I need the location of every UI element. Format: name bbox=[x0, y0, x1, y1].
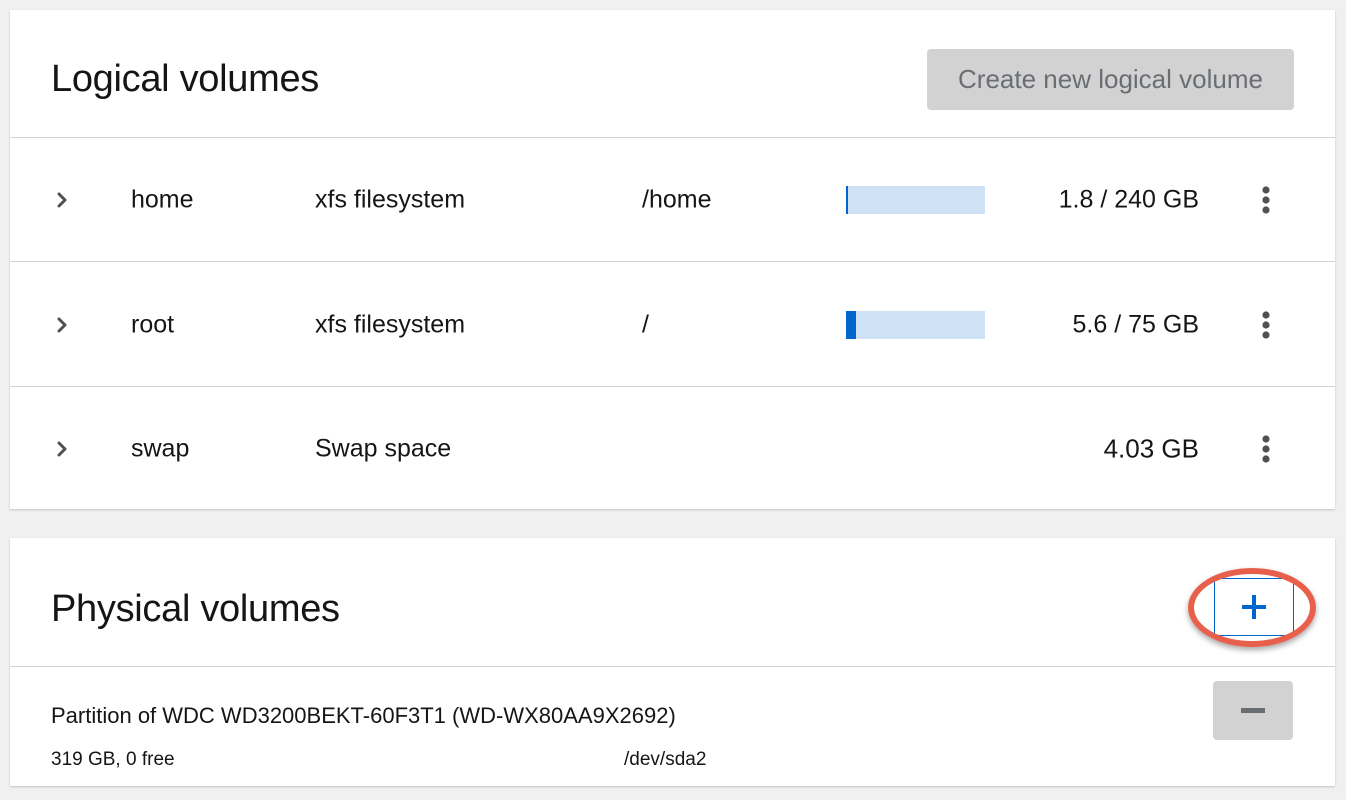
physical-volume-row: Partition of WDC WD3200BEKT-60F3T1 (WD-W… bbox=[10, 668, 1335, 786]
lv-type: xfs filesystem bbox=[315, 185, 466, 213]
chevron-right-icon[interactable] bbox=[54, 437, 70, 461]
kebab-menu-icon[interactable] bbox=[1256, 432, 1276, 466]
lv-size: 4.03 GB bbox=[1103, 433, 1199, 463]
usage-bar-fill bbox=[846, 185, 848, 214]
lv-name: root bbox=[131, 310, 175, 338]
chevron-right-icon[interactable] bbox=[54, 313, 70, 337]
lv-mount-point: / bbox=[642, 310, 649, 338]
physical-volumes-card: Physical volumes Partition of WDC WD3200… bbox=[10, 538, 1335, 786]
lv-mount-point: /home bbox=[642, 185, 712, 213]
usage-bar-fill bbox=[846, 310, 856, 339]
chevron-right-icon[interactable] bbox=[54, 188, 70, 212]
usage-bar bbox=[846, 185, 985, 214]
lv-type: xfs filesystem bbox=[315, 310, 466, 338]
logical-volume-row-root[interactable]: root xfs filesystem / 5.6 / 75 GB bbox=[10, 263, 1335, 387]
logical-volume-row-home[interactable]: home xfs filesystem /home 1.8 / 240 GB bbox=[10, 138, 1335, 262]
usage-bar bbox=[846, 310, 985, 339]
physical-volumes-header: Physical volumes bbox=[10, 538, 1335, 667]
minus-icon bbox=[1241, 707, 1265, 713]
create-logical-volume-button[interactable]: Create new logical volume bbox=[927, 49, 1294, 110]
logical-volumes-card: Logical volumes Create new logical volum… bbox=[10, 10, 1335, 509]
add-physical-volume-highlight bbox=[1188, 568, 1316, 647]
kebab-menu-icon[interactable] bbox=[1256, 183, 1276, 217]
highlight-ring bbox=[1188, 568, 1316, 647]
lv-name: home bbox=[131, 185, 194, 213]
logical-volumes-title: Logical volumes bbox=[51, 58, 319, 100]
lv-type: Swap space bbox=[315, 434, 452, 462]
pv-size-info: 319 GB, 0 free bbox=[51, 749, 175, 770]
pv-device: /dev/sda2 bbox=[624, 749, 707, 770]
pv-name: Partition of WDC WD3200BEKT-60F3T1 (WD-W… bbox=[51, 703, 676, 728]
remove-physical-volume-button[interactable] bbox=[1213, 681, 1293, 740]
physical-volumes-title: Physical volumes bbox=[51, 588, 340, 630]
logical-volumes-header: Logical volumes Create new logical volum… bbox=[10, 10, 1335, 138]
lv-size: 5.6 / 75 GB bbox=[1072, 310, 1199, 338]
logical-volume-row-swap[interactable]: swap Swap space 4.03 GB bbox=[10, 388, 1335, 509]
kebab-menu-icon[interactable] bbox=[1256, 308, 1276, 342]
lv-name: swap bbox=[131, 434, 190, 462]
lv-size: 1.8 / 240 GB bbox=[1058, 185, 1199, 213]
